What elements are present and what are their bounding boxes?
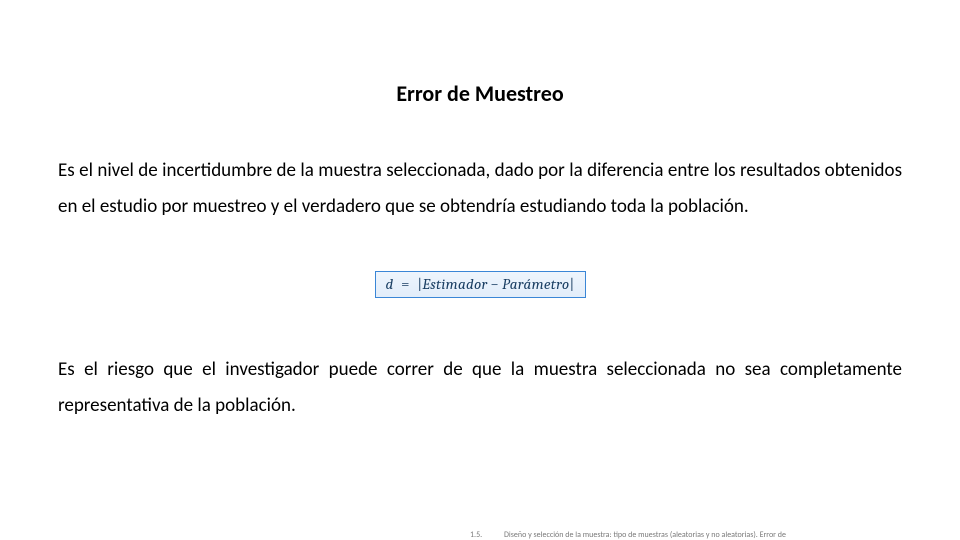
formula-box: d = |Estimador−Parámetro| — [375, 271, 586, 298]
paragraph-risk: Es el riesgo que el investigador puede c… — [58, 352, 902, 424]
formula-eq: = — [397, 275, 414, 293]
slide: Error de Muestreo Es el nivel de incerti… — [0, 0, 960, 540]
paragraph-definition: Es el nivel de incertidumbre de la muest… — [58, 153, 902, 225]
footer-text: Diseño y selección de la muestra: tipo d… — [504, 530, 820, 540]
formula-parametro: Parámetro — [502, 275, 569, 293]
slide-title: Error de Muestreo — [58, 80, 902, 107]
formula-d: d — [386, 275, 394, 293]
formula-minus: − — [487, 275, 502, 293]
formula-abs-close: | — [569, 275, 574, 293]
formula-estimador: Estimador — [422, 275, 487, 293]
formula-container: d = |Estimador−Parámetro| — [58, 271, 902, 298]
footer-page-number: 1.5. — [470, 530, 482, 540]
